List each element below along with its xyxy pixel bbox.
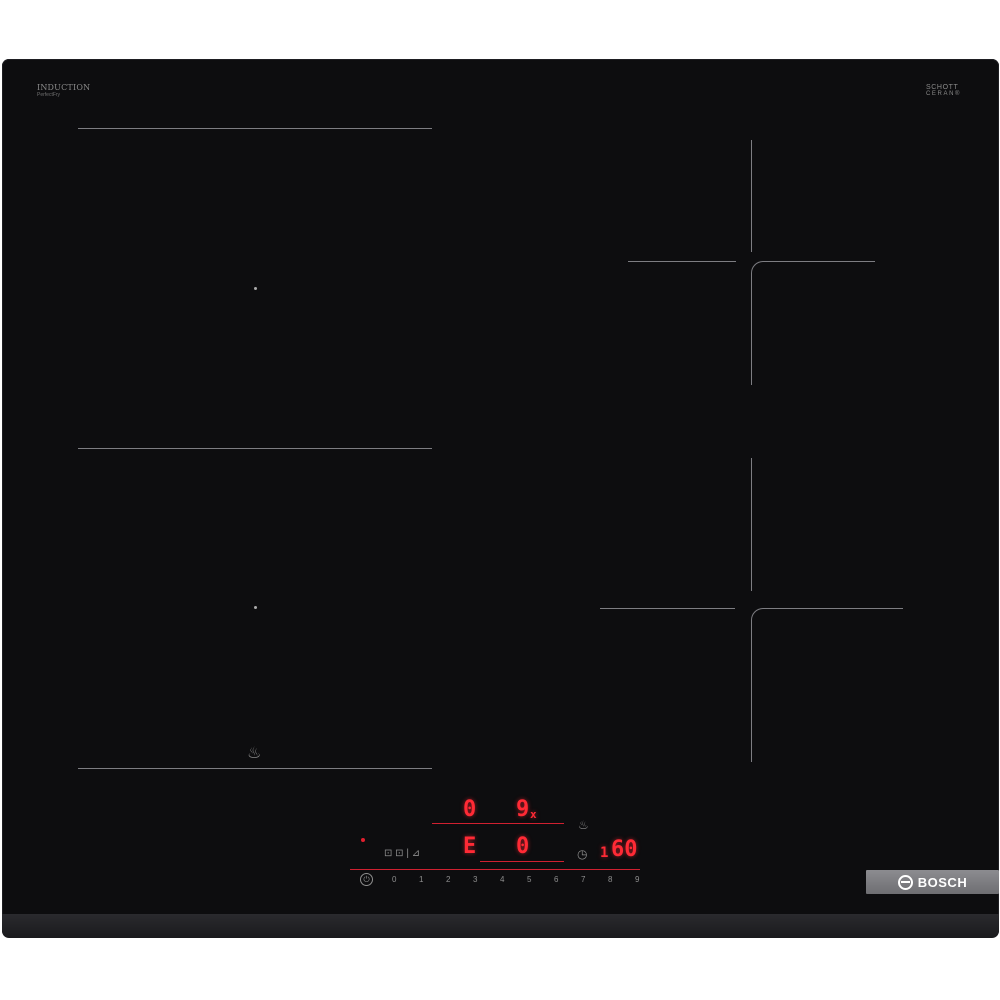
frying-pan-sensor-icon[interactable]: ♨ (578, 819, 589, 831)
timer-prefix: 1 (600, 845, 609, 861)
right-front-zone-vertical-bottom (751, 622, 752, 762)
zone-display-front-right[interactable]: 0 (516, 836, 529, 858)
zone-display-rear-left[interactable]: 0 (463, 799, 476, 821)
flex-active-indicator (361, 838, 365, 842)
slider-level-0[interactable]: 0 (392, 875, 419, 884)
left-zone-middle-marker (78, 448, 432, 449)
left-rear-zone-center-dot (254, 287, 257, 290)
zone-display-rear-right[interactable]: 9 (516, 799, 529, 821)
brand-name: BOSCH (917, 874, 968, 890)
right-rear-zone-vertical-bottom (751, 275, 752, 385)
slider-level-7[interactable]: 7 (581, 875, 608, 884)
zone-display-front-left[interactable]: E (463, 836, 476, 858)
slider-level-6[interactable]: 6 (554, 875, 581, 884)
power-slider[interactable]: ⏻ 0 1 2 3 4 5 6 7 8 9 (360, 873, 662, 886)
induction-label: INDUCTION PerfectFry (37, 83, 90, 98)
left-zone-bottom-marker (78, 768, 432, 769)
slider-level-3[interactable]: 3 (473, 875, 500, 884)
slider-level-2[interactable]: 2 (446, 875, 473, 884)
right-front-zone-horizontal-right (765, 608, 903, 609)
induction-subtitle: PerfectFry (37, 91, 61, 98)
timer-display[interactable]: 60 (611, 839, 638, 861)
slider-level-1[interactable]: 1 (419, 875, 446, 884)
slider-indicator-line (350, 869, 640, 870)
left-zone-top-marker (78, 128, 432, 129)
power-icon[interactable]: ⏻ (360, 873, 373, 886)
slider-level-4[interactable]: 4 (500, 875, 527, 884)
flex-induction-icon: ♨ (247, 745, 262, 762)
bosch-logo-icon (897, 874, 913, 890)
cooktop-front-edge (2, 914, 999, 938)
slider-level-5[interactable]: 5 (527, 875, 554, 884)
ceran-label: SCHOTT CERAN® (926, 84, 961, 98)
left-front-zone-center-dot (254, 606, 257, 609)
ceran-text: CERAN® (926, 91, 962, 98)
slider-level-9[interactable]: 9 (635, 875, 662, 884)
right-rear-zone-vertical-top (751, 140, 752, 252)
brand-badge: BOSCH (866, 870, 999, 894)
right-front-zone-vertical-top (751, 458, 752, 591)
cooktop-surface (2, 59, 999, 937)
right-rear-zone-horizontal-right (765, 261, 875, 262)
slider-level-8[interactable]: 8 (608, 875, 635, 884)
function-buttons[interactable]: ⊡ ⊡ | ⊿ (384, 849, 420, 859)
clock-icon[interactable]: ◷ (577, 848, 587, 860)
front-zone-indicator-line (480, 861, 564, 862)
right-front-zone-horizontal-left (600, 608, 735, 609)
zone-display-rear-right-suffix: x (530, 808, 537, 821)
rear-zone-indicator-line (432, 823, 564, 824)
right-rear-zone-horizontal-left (628, 261, 736, 262)
